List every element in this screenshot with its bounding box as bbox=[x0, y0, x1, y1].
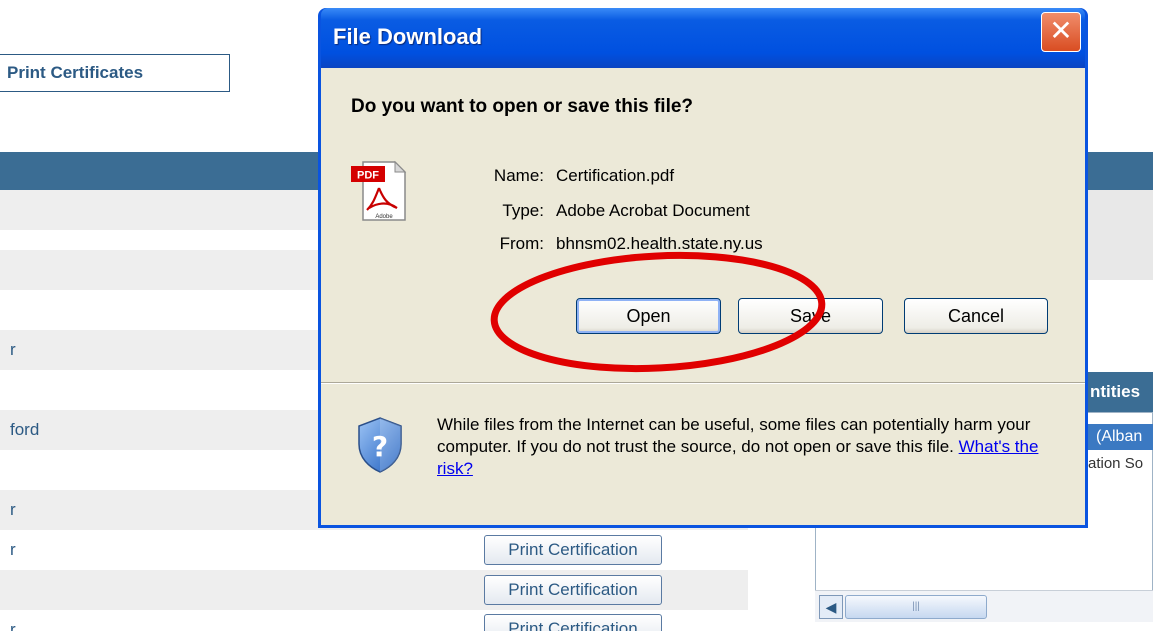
pdf-file-icon: PDF Adobe bbox=[351, 160, 407, 221]
right-table-header bbox=[1088, 152, 1153, 190]
close-icon: ✕ bbox=[1049, 14, 1073, 47]
dialog-question: Do you want to open or save this file? bbox=[351, 96, 694, 117]
svg-text:PDF: PDF bbox=[357, 170, 379, 182]
listbox-selected-item[interactable]: (Alban bbox=[1088, 424, 1153, 450]
listbox-item[interactable]: ation So bbox=[1088, 452, 1153, 476]
file-type-value: Adobe Acrobat Document bbox=[556, 201, 750, 220]
name-label: Name: bbox=[493, 166, 544, 185]
svg-text:?: ? bbox=[372, 430, 388, 463]
type-label-wrap: Type: bbox=[446, 201, 544, 223]
print-certification-button[interactable]: Print Certification bbox=[484, 614, 662, 631]
print-certification-button[interactable]: Print Certification bbox=[484, 575, 662, 605]
name-label-wrap: Name: bbox=[446, 166, 544, 188]
cancel-button[interactable]: Cancel bbox=[904, 298, 1048, 334]
print-certification-button[interactable]: Print Certification bbox=[484, 535, 662, 565]
print-certificates-button[interactable]: Print Certificates bbox=[0, 54, 230, 92]
close-button[interactable]: ✕ bbox=[1041, 12, 1081, 52]
horizontal-scrollbar[interactable]: ◀ ||| bbox=[815, 590, 1153, 622]
svg-text:Adobe: Adobe bbox=[375, 214, 393, 220]
scroll-thumb[interactable]: ||| bbox=[845, 595, 987, 619]
dialog-titlebar[interactable]: File Download ✕ bbox=[321, 8, 1085, 68]
warning-text: While files from the Internet can be use… bbox=[437, 415, 1031, 456]
file-name-value: Certification.pdf bbox=[556, 166, 675, 185]
type-label: Type: bbox=[502, 201, 544, 220]
scroll-left-icon[interactable]: ◀ bbox=[819, 595, 843, 619]
security-warning: While files from the Internet can be use… bbox=[437, 414, 1057, 480]
right-panel-row bbox=[1088, 190, 1153, 280]
red-annotation-circle bbox=[490, 251, 826, 373]
shield-question-icon: ? bbox=[358, 417, 402, 473]
dialog-separator bbox=[321, 382, 1085, 384]
dialog-title: File Download bbox=[333, 24, 483, 49]
